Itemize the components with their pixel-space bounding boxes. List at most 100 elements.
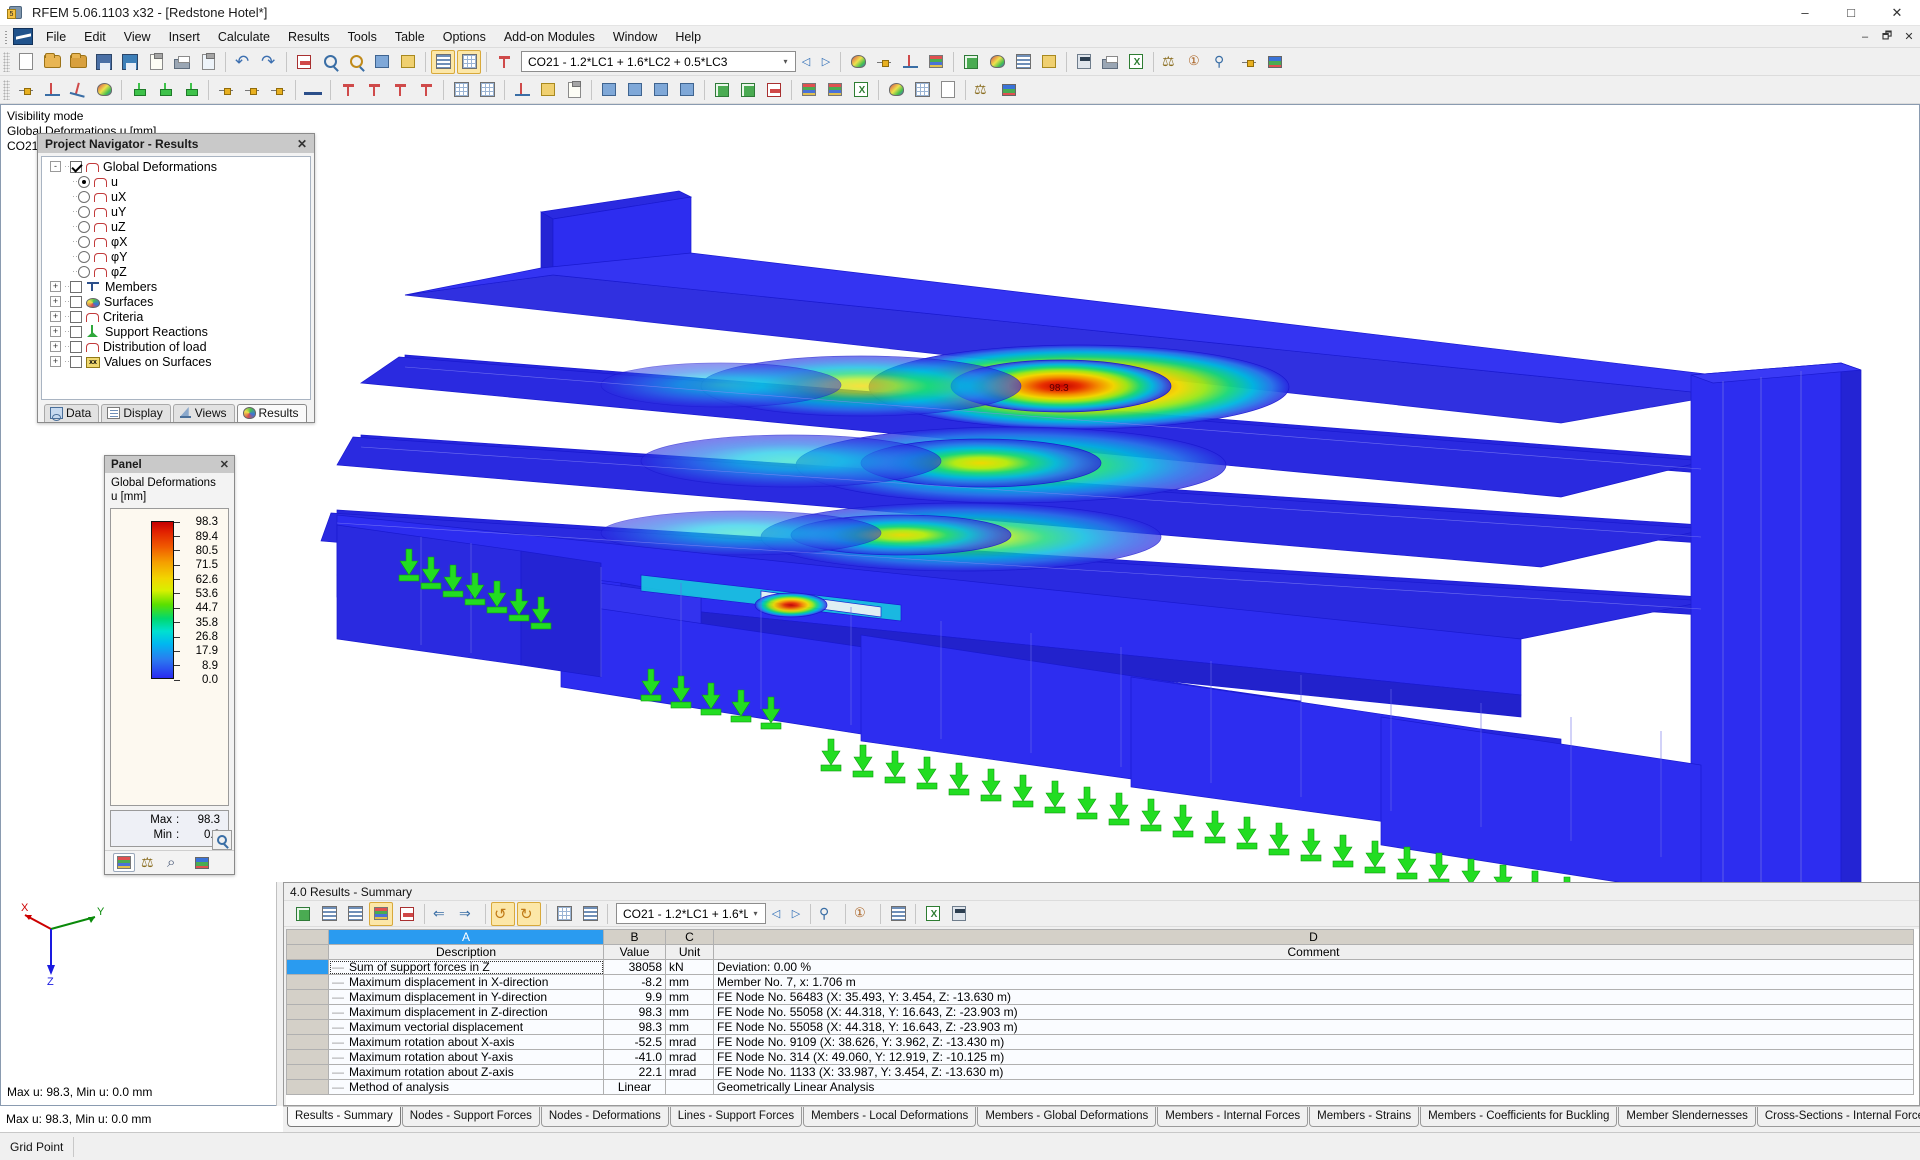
menu-item-addon-modules[interactable]: Add-on Modules — [495, 28, 604, 46]
collapse-icon[interactable]: - — [50, 161, 61, 172]
results-display-button[interactable] — [846, 50, 870, 74]
column-letter-b[interactable]: B — [603, 929, 666, 945]
partial-view-button[interactable] — [736, 78, 760, 102]
cell-comment[interactable]: FE Node No. 9109 (X: 38.626, Y: 3.962, Z… — [713, 1034, 1914, 1050]
tree-item-distribution-of-load[interactable]: + ⋯ Distribution of load — [42, 339, 310, 354]
new-file-button[interactable] — [14, 50, 38, 74]
tab-member-slendernesses[interactable]: Member Slendernesses — [1618, 1107, 1756, 1127]
insert-member-button[interactable] — [66, 78, 90, 102]
table-undo-button[interactable] — [491, 901, 515, 926]
color-scale-icon[interactable] — [113, 853, 135, 872]
cell-unit[interactable]: mm — [665, 974, 714, 990]
tree-item-global-deformations[interactable]: - ⋯ Global Deformations — [42, 159, 310, 174]
tree-item-support-reactions[interactable]: + ⋯ Support Reactions — [42, 324, 310, 339]
expand-icon[interactable]: + — [50, 356, 61, 367]
table-row[interactable]: — Maximum rotation about Y-axis -41.0 mra… — [286, 1049, 1914, 1065]
project-navigator[interactable]: Project Navigator - Results ✕ - ⋯ Global… — [37, 133, 315, 423]
show-tables-button[interactable] — [431, 49, 455, 74]
view-side-button[interactable] — [649, 78, 673, 102]
model-check-button[interactable] — [971, 78, 995, 102]
load-case-combo[interactable]: CO21 - 1.2*LC1 + 1.6*LC2 + 0.5*LC3 ▾ — [521, 51, 796, 72]
cell-unit[interactable]: mrad — [665, 1064, 714, 1080]
cross-section-button[interactable] — [301, 78, 325, 102]
save-button[interactable] — [118, 50, 142, 74]
tree-item-criteria[interactable]: + ⋯ Criteria — [42, 309, 310, 324]
tab-members-local-deformations[interactable]: Members - Local Deformations — [803, 1107, 977, 1127]
row-selector[interactable] — [286, 1064, 329, 1080]
table-sort-button[interactable] — [343, 902, 367, 926]
settings-button[interactable] — [1263, 50, 1287, 74]
tree-item-uz[interactable]: ⋯ uZ — [42, 219, 310, 234]
column-letter-c[interactable]: C — [665, 929, 714, 945]
table-info-button[interactable] — [851, 902, 875, 926]
results-values-button[interactable] — [872, 50, 896, 74]
cell-value[interactable]: -8.2 — [603, 974, 666, 990]
menu-item-window[interactable]: Window — [604, 28, 666, 46]
printout-report-button[interactable] — [936, 78, 960, 102]
table-export-excel-button[interactable] — [921, 902, 945, 926]
save-all-button[interactable] — [144, 50, 168, 74]
menu-item-options[interactable]: Options — [434, 28, 495, 46]
navigator-tab-results[interactable]: Results — [236, 404, 307, 422]
cell-unit[interactable]: mm — [665, 1019, 714, 1035]
export-button[interactable] — [1124, 50, 1148, 74]
row-selector[interactable] — [286, 1004, 329, 1020]
row-selector[interactable] — [286, 1019, 329, 1035]
checkbox-support-reactions[interactable] — [70, 325, 82, 338]
tree-item-surfaces[interactable]: + ⋯ Surfaces — [42, 294, 310, 309]
isolines-button[interactable] — [1011, 50, 1035, 74]
render-wireframe-button[interactable] — [910, 78, 934, 102]
table-prev-block-button[interactable] — [430, 902, 454, 926]
tab-cross-sections-internal-forces[interactable]: Cross-Sections - Internal Forces — [1756, 1107, 1920, 1127]
cell-description[interactable]: — Maximum displacement in X-direction — [328, 974, 604, 990]
menu-item-tools[interactable]: Tools — [339, 28, 386, 46]
menu-item-file[interactable]: File — [37, 28, 75, 46]
tree-item-u[interactable]: ⋯ u — [42, 174, 310, 189]
tree-item-phiy[interactable]: ⋯ φY — [42, 249, 310, 264]
expand-icon[interactable]: + — [50, 326, 61, 337]
document-close-button[interactable]: ✕ — [1898, 28, 1920, 46]
print-report-button[interactable] — [1098, 50, 1122, 74]
view-top-button[interactable] — [623, 78, 647, 102]
tab-members-internal-forces[interactable]: Members - Internal Forces — [1157, 1107, 1309, 1127]
show-grid-button[interactable] — [457, 49, 481, 74]
tab-members-coefficients-for-buckling[interactable]: Members - Coefficients for Buckling — [1420, 1107, 1618, 1127]
panel-zoom-button[interactable] — [212, 830, 232, 850]
dimension-button[interactable] — [510, 78, 534, 102]
cell-comment[interactable]: FE Node No. 56483 (X: 35.493, Y: 3.454, … — [713, 989, 1914, 1005]
navigator-tab-display[interactable]: Display — [101, 404, 171, 422]
cell-comment[interactable]: FE Node No. 55058 (X: 44.318, Y: 16.643,… — [713, 1019, 1914, 1035]
redo-button[interactable] — [257, 50, 281, 74]
table-next-case-button[interactable]: ▷ — [786, 903, 806, 925]
cell-comment[interactable]: FE Node No. 1133 (X: 33.987, Y: 3.454, Z… — [713, 1064, 1914, 1080]
cell-value[interactable]: 98.3 — [603, 1019, 666, 1035]
value-filter-button[interactable] — [1037, 50, 1061, 74]
units-settings-button[interactable] — [997, 78, 1021, 102]
factors-icon[interactable] — [165, 853, 187, 872]
select-objects-button[interactable] — [370, 50, 394, 74]
previous-load-case-button[interactable]: ◁ — [796, 51, 816, 73]
tab-results-summary[interactable]: Results - Summary — [287, 1107, 401, 1127]
print-preview-button[interactable] — [196, 50, 220, 74]
render-shaded-button[interactable] — [884, 78, 908, 102]
tree-item-values-on-surfaces[interactable]: + ⋯ xx Values on Surfaces — [42, 354, 310, 369]
cell-value[interactable]: 9.9 — [603, 989, 666, 1005]
cell-comment[interactable]: Geometrically Linear Analysis — [713, 1079, 1914, 1095]
table-row[interactable]: — Maximum rotation about Z-axis 22.1 mrad… — [286, 1064, 1914, 1080]
chevron-down-icon[interactable]: ▾ — [748, 909, 763, 918]
table-settings-button[interactable] — [816, 902, 840, 926]
generate-mesh-button[interactable] — [449, 78, 473, 102]
navigator-tab-views[interactable]: Views — [172, 404, 235, 422]
column-letter-a[interactable]: A — [328, 929, 604, 945]
print-button[interactable] — [170, 50, 194, 74]
menu-grip[interactable] — [3, 28, 11, 45]
member-load-button[interactable] — [362, 78, 386, 102]
line-support-button[interactable] — [153, 78, 177, 102]
modal-analysis-button[interactable] — [823, 78, 847, 102]
result-diagram-button[interactable] — [924, 50, 948, 74]
cell-unit[interactable]: mm — [665, 1004, 714, 1020]
menu-item-table[interactable]: Table — [386, 28, 434, 46]
cell-value[interactable]: -41.0 — [603, 1049, 666, 1065]
open-file-button[interactable] — [40, 50, 64, 74]
surface-load-button[interactable] — [388, 78, 412, 102]
